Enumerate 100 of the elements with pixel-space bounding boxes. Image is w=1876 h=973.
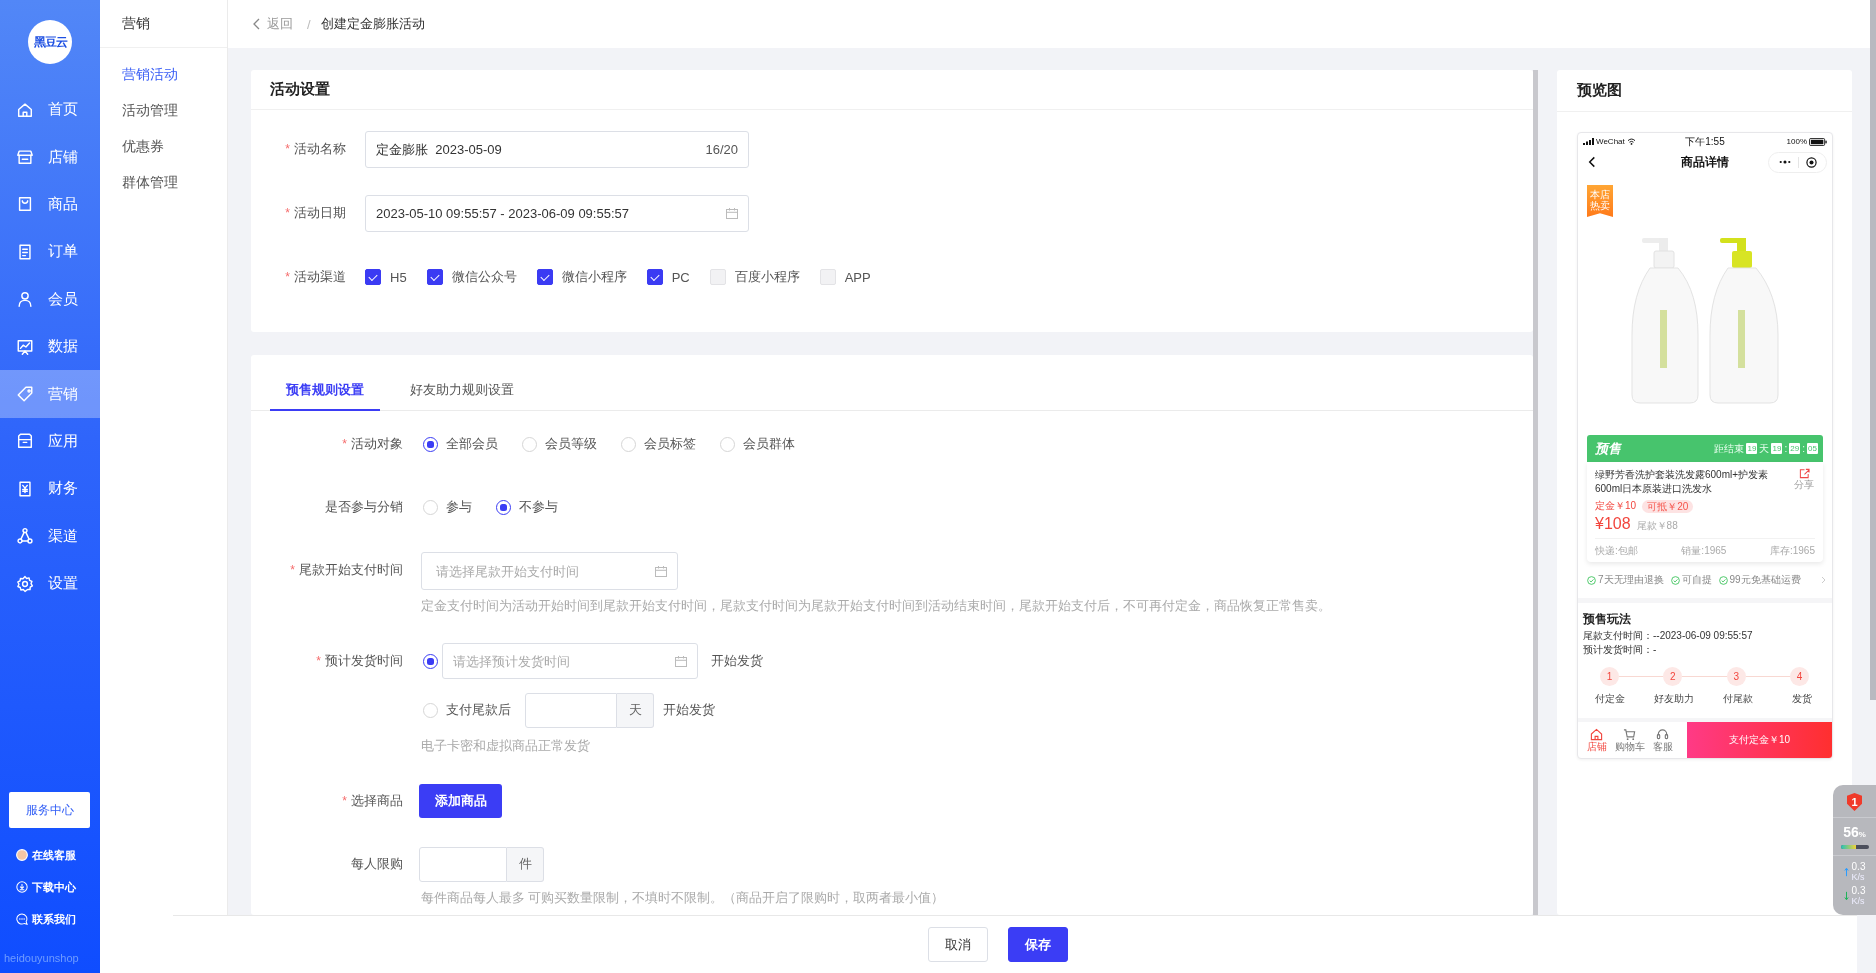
nav-item[interactable]: 会员 [0,275,100,323]
checkbox-option[interactable]: PC [646,269,690,285]
days-input[interactable] [525,692,617,728]
nav-link[interactable]: 联系我们 [0,903,100,935]
settings-icon [16,574,34,593]
checkbox-option[interactable]: 百度小程序 [709,268,800,286]
unit-label: 件 [507,846,544,882]
scrollbar-thumb[interactable] [1870,0,1876,700]
nav-item[interactable]: 财务 [0,465,100,513]
step-label: 好友助力 [1654,692,1694,706]
nav-link[interactable]: 在线客服 [0,839,100,871]
checkbox[interactable] [365,269,381,285]
service-center-button[interactable]: 服务中心 [9,792,90,828]
back-icon[interactable] [1588,156,1596,168]
radio-option[interactable]: 支付尾款后 [423,701,511,719]
checkbox[interactable] [646,269,663,285]
tab-bar-item[interactable]: 客服 [1646,722,1679,758]
price-text: ¥108 [1595,515,1631,533]
radio-option[interactable]: 会员群体 [720,435,795,453]
radio-button[interactable] [423,653,438,669]
check-circle-icon [1587,575,1596,585]
more-icon[interactable] [1778,160,1791,164]
radio-option[interactable]: 不参与 [496,498,558,516]
cancel-button[interactable]: 取消 [928,927,988,962]
arrow-up-icon [1843,867,1849,877]
countdown-text: : [1802,443,1805,454]
speed-unit: K/s [1851,872,1866,882]
submenu-item[interactable]: 活动管理 [100,93,227,129]
radio-button[interactable] [423,436,438,452]
date-picker[interactable]: 请选择尾款开始支付时间 [421,552,678,590]
tab[interactable]: 好友助力规则设置 [394,371,530,411]
radio-option[interactable]: 会员等级 [522,435,597,453]
nav-item[interactable]: 应用 [0,417,100,466]
brand-text: heidouyunshop [4,951,79,965]
date-input[interactable]: 请选择尾款开始支付时间 [436,563,647,579]
nav-item[interactable]: 店铺 [0,133,100,181]
chat-icon [16,913,28,925]
tab-bar-item[interactable]: 店铺 [1580,722,1613,758]
suffix-text: 开始发货 [711,652,763,670]
step-label: 付定金 [1595,692,1625,706]
date-input[interactable]: 请选择预计发货时间 [453,653,667,669]
checkbox[interactable] [426,269,443,285]
signal-icon [1583,138,1594,145]
date-picker[interactable]: 2023-05-10 09:55:57 - 2023-06-09 09:55:57 [365,195,749,232]
scrollbar-thumb[interactable] [1533,70,1538,915]
calendar-icon [655,565,667,577]
battery-icon [1809,137,1827,146]
radio-option[interactable]: 全部会员 [423,435,498,453]
add-product-button[interactable]: 添加商品 [419,784,502,818]
checkbox-option[interactable]: 微信公众号 [426,268,517,286]
info-text: 尾款支付时间：--2023-06-09 09:55:57 [1583,630,1753,641]
text-input[interactable]: 定金膨胀 2023-05-09 16/20 [365,131,749,168]
date-picker[interactable]: 请选择预计发货时间 [442,643,698,679]
service-text: 可自提 [1681,573,1712,587]
submenu-item[interactable]: 优惠券 [100,129,227,165]
tab[interactable]: 预售规则设置 [270,371,380,411]
radio-button[interactable] [496,499,511,515]
download-icon [16,881,28,893]
checkbox-option[interactable]: APP [819,269,871,285]
nav-item[interactable]: 设置 [0,559,100,608]
storefront-icon [16,148,34,167]
tag-icon [16,385,34,404]
radio-option[interactable]: 参与 [423,498,472,516]
step-connector [1682,676,1727,677]
shield-badge[interactable]: 1 [1847,793,1862,811]
clock-text: 下午1:55 [1685,134,1725,149]
card-title: 预览图 [1577,81,1622,100]
cart-icon [1623,728,1636,741]
target-icon[interactable] [1805,156,1817,168]
section-title: 营销 [122,14,150,33]
nav-item[interactable]: 商品 [0,180,100,229]
chevron-left-icon [253,18,260,30]
usage-percent: 56% [1843,824,1866,842]
step-number: 2 [1663,667,1683,686]
unit-label: 天 [617,692,654,728]
field-label: * 活动渠道 [285,268,346,286]
field-label: 每人限购 [351,855,403,873]
tab-bar-item[interactable]: 购物车 [1613,722,1646,758]
submenu-item[interactable]: 营销活动 [100,57,227,93]
nav-item[interactable]: 数据 [0,322,100,371]
checkbox[interactable] [536,269,553,285]
save-button[interactable]: 保存 [1008,927,1068,962]
chevron-right-icon[interactable] [1821,576,1826,584]
balance-text: 尾款￥88 [1636,519,1678,533]
quantity-input[interactable] [419,846,507,882]
radio-option[interactable]: 会员标签 [621,435,696,453]
field-label: * 活动名称 [285,140,346,158]
nav-link[interactable]: 下载中心 [0,871,100,903]
pay-deposit-button[interactable]: 支付定金￥10 [1687,722,1832,758]
battery-text: 100% [1786,137,1807,146]
checkbox-option[interactable]: 微信小程序 [536,268,627,286]
submenu-item[interactable]: 群体管理 [100,165,227,201]
nav-item[interactable]: 首页 [0,86,100,134]
nav-item[interactable]: 订单 [0,228,100,276]
avatar-icon [16,849,28,861]
wifi-icon [1626,138,1636,145]
checkbox-option[interactable]: H5 [365,269,407,285]
nav-item[interactable]: 渠道 [0,512,100,560]
speed-value: 0.3 [1851,862,1866,872]
logo[interactable]: 黑豆云 [28,20,72,64]
